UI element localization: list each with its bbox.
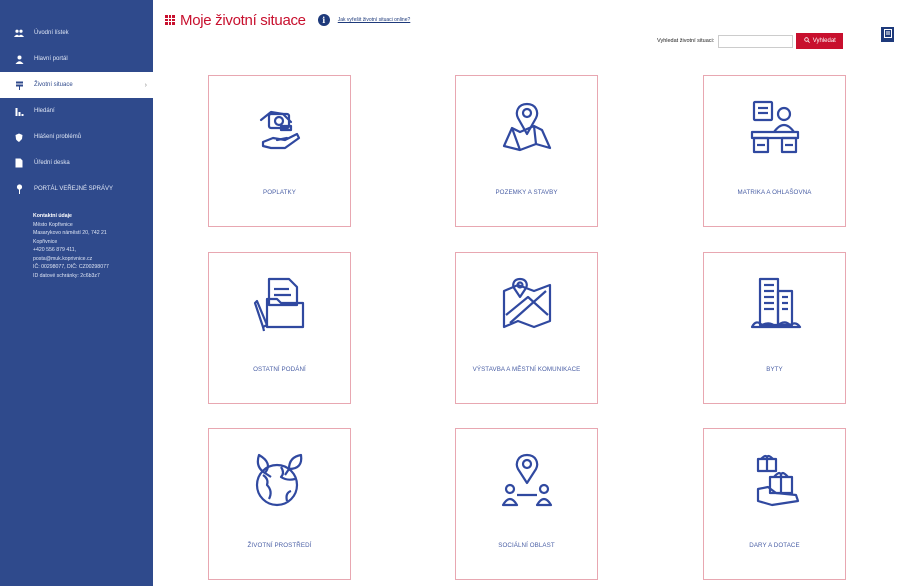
gift-hand-icon xyxy=(746,451,804,509)
card-label: OSTATNÍ PODÁNÍ xyxy=(253,366,306,373)
money-hand-icon xyxy=(251,98,309,156)
contact-title: Kontaktní údaje xyxy=(33,213,72,219)
card-zivotni-prostredi[interactable]: ŽIVOTNÍ PROSTŘEDÍ xyxy=(208,428,351,580)
people-icon xyxy=(14,28,24,38)
card-socialni-oblast[interactable]: SOCIÁLNÍ OBLAST xyxy=(455,428,598,580)
search-icon xyxy=(804,37,810,45)
search-bar: Vyhledat životní situaci: Vyhledat xyxy=(657,33,844,49)
card-vystavba-a-mestni-komunikace[interactable]: VÝSTAVBA A MĚSTNÍ KOMUNIKACE xyxy=(455,252,598,404)
card-pozemky-a-stavby[interactable]: POZEMKY A STAVBY xyxy=(455,75,598,227)
sidebar-item-zivotni-situace[interactable]: Životní situace › xyxy=(0,72,153,98)
app: Úvodní lístek Hlavní portál Životní situ… xyxy=(0,0,898,586)
help-link[interactable]: Jak vyřešit životní situaci online? xyxy=(338,17,411,23)
contact-line: Město Kopřivnice xyxy=(33,221,73,228)
document-icon xyxy=(883,29,892,40)
search-button-label: Vyhledat xyxy=(812,38,836,44)
card-matrika-a-ohlasovna[interactable]: MATRIKA A OHLAŠOVNA xyxy=(703,75,846,227)
road-map-icon xyxy=(498,275,556,333)
card-label: ŽIVOTNÍ PROSTŘEDÍ xyxy=(247,542,312,549)
card-poplatky[interactable]: POPLATKY xyxy=(208,75,351,227)
contact-line: IČ: 00298077, DIČ: CZ00298077 xyxy=(33,264,109,270)
sidebar-item-label: Hlavní portál xyxy=(34,56,68,62)
sidebar-item-hledani[interactable]: Hledání xyxy=(0,98,153,124)
map-pin-icon xyxy=(498,98,556,156)
office-desk-icon xyxy=(746,98,804,156)
card-label: POPLATKY xyxy=(262,189,296,196)
bar-chart-icon xyxy=(14,106,24,116)
card-label: POZEMKY A STAVBY xyxy=(495,189,558,196)
document-button[interactable] xyxy=(881,27,894,42)
document-icon xyxy=(14,158,24,168)
info-icon[interactable]: i xyxy=(317,14,330,26)
search-label: Vyhledat životní situaci: xyxy=(657,38,715,44)
card-label: VÝSTAVBA A MĚSTNÍ KOMUNIKACE xyxy=(472,366,581,373)
building-icon xyxy=(746,275,804,333)
sidebar-item-label: PORTÁL VEŘEJNÉ SPRÁVY xyxy=(34,186,114,192)
card-label: BYTY xyxy=(766,366,783,373)
card-ostatni-podani[interactable]: OSTATNÍ PODÁNÍ xyxy=(208,252,351,404)
sidebar-item-hlaseni-problemu[interactable]: Hlášení problémů xyxy=(0,124,153,150)
people-location-icon xyxy=(498,451,556,509)
contact-email[interactable]: posta@muk.koprivnice.cz xyxy=(33,255,153,264)
grid-icon xyxy=(165,15,175,25)
sidebar-item-label: Úřední deska xyxy=(34,160,70,166)
search-button[interactable]: Vyhledat xyxy=(796,33,844,49)
sidebar-item-label: Úvodní lístek xyxy=(34,30,69,36)
pin-icon xyxy=(14,184,24,194)
sidebar-item-label: Životní situace xyxy=(34,82,73,88)
contact-info: Kontaktní údaje Město Kopřivnice Masaryk… xyxy=(0,202,153,280)
contact-phone[interactable]: +420 556 879 411, xyxy=(33,246,153,255)
sidebar-item-label: Hledání xyxy=(34,108,55,114)
card-dary-a-dotace[interactable]: DARY A DOTACE xyxy=(703,428,846,580)
shield-icon xyxy=(14,132,24,142)
person-icon xyxy=(14,54,24,64)
card-byty[interactable]: BYTY xyxy=(703,252,846,404)
contact-line: Masarykovo náměstí 20, 742 21 xyxy=(33,230,107,236)
page-title: Moje životní situace xyxy=(180,11,306,29)
earth-leaves-icon xyxy=(251,451,309,509)
sidebar-item-uvodni-listek[interactable]: Úvodní lístek xyxy=(0,20,153,46)
card-label: MATRIKA A OHLAŠOVNA xyxy=(737,189,812,196)
card-label: DARY A DOTACE xyxy=(749,542,800,549)
situation-cards: POPLATKY POZEMKY A STAVBY MATRIKA A OHLA… xyxy=(160,55,885,586)
contact-line: Kopřivnice xyxy=(33,238,58,245)
sidebar-item-uredni-deska[interactable]: Úřední deska xyxy=(0,150,153,176)
contact-line: ID datové schránky: 2c6b3z7 xyxy=(33,272,100,279)
sidebar-item-hlavni-portal[interactable]: Hlavní portál xyxy=(0,46,153,72)
flag-icon xyxy=(14,80,24,90)
sidebar-item-portal-verejne-spravy[interactable]: PORTÁL VEŘEJNÉ SPRÁVY xyxy=(0,176,153,202)
folder-pen-icon xyxy=(251,275,309,333)
chevron-right-icon: › xyxy=(144,81,147,89)
sidebar-item-label: Hlášení problémů xyxy=(34,134,82,140)
sidebar: Úvodní lístek Hlavní portál Životní situ… xyxy=(0,0,153,586)
card-label: SOCIÁLNÍ OBLAST xyxy=(498,542,555,549)
search-input[interactable] xyxy=(718,34,794,48)
page-header: Moje životní situace i Jak vyřešit život… xyxy=(165,10,410,30)
